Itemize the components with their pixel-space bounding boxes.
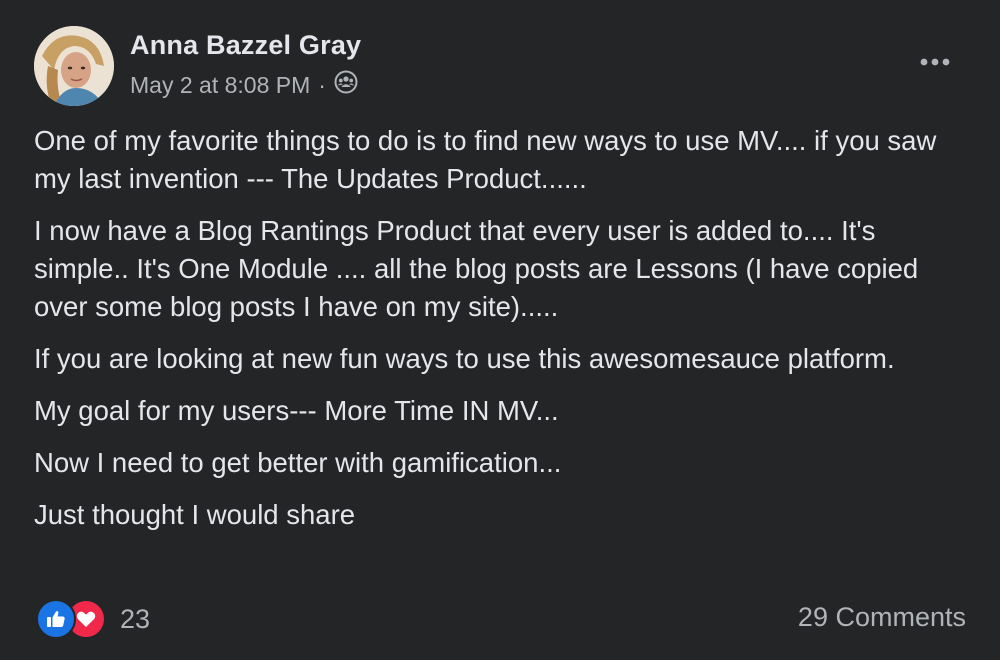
avatar[interactable] xyxy=(34,26,114,106)
more-options-icon[interactable] xyxy=(918,52,952,72)
post-meta: May 2 at 8:08 PM · xyxy=(130,70,358,100)
post-paragraph: One of my favorite things to do is to fi… xyxy=(34,125,937,194)
post-paragraph: Just thought I would share xyxy=(34,499,356,530)
post-paragraph: I now have a Blog Rantings Product that … xyxy=(34,215,919,322)
author-name[interactable]: Anna Bazzel Gray xyxy=(130,30,361,61)
post-paragraph: My goal for my users--- More Time IN MV.… xyxy=(34,395,559,426)
reaction-summary[interactable]: 23 xyxy=(36,599,150,639)
comments-count-link[interactable]: 29 Comments xyxy=(798,602,966,633)
post-card: Anna Bazzel Gray May 2 at 8:08 PM · One … xyxy=(0,0,1000,660)
meta-separator: · xyxy=(318,71,326,98)
group-audience-icon xyxy=(334,70,358,100)
post-paragraph: Now I need to get better with gamificati… xyxy=(34,447,562,478)
post-timestamp[interactable]: May 2 at 8:08 PM xyxy=(130,72,310,99)
like-icon xyxy=(36,599,76,639)
post-body: One of my favorite things to do is to fi… xyxy=(34,122,974,548)
reaction-count[interactable]: 23 xyxy=(120,604,150,635)
post-paragraph: If you are looking at new fun ways to us… xyxy=(34,343,895,374)
